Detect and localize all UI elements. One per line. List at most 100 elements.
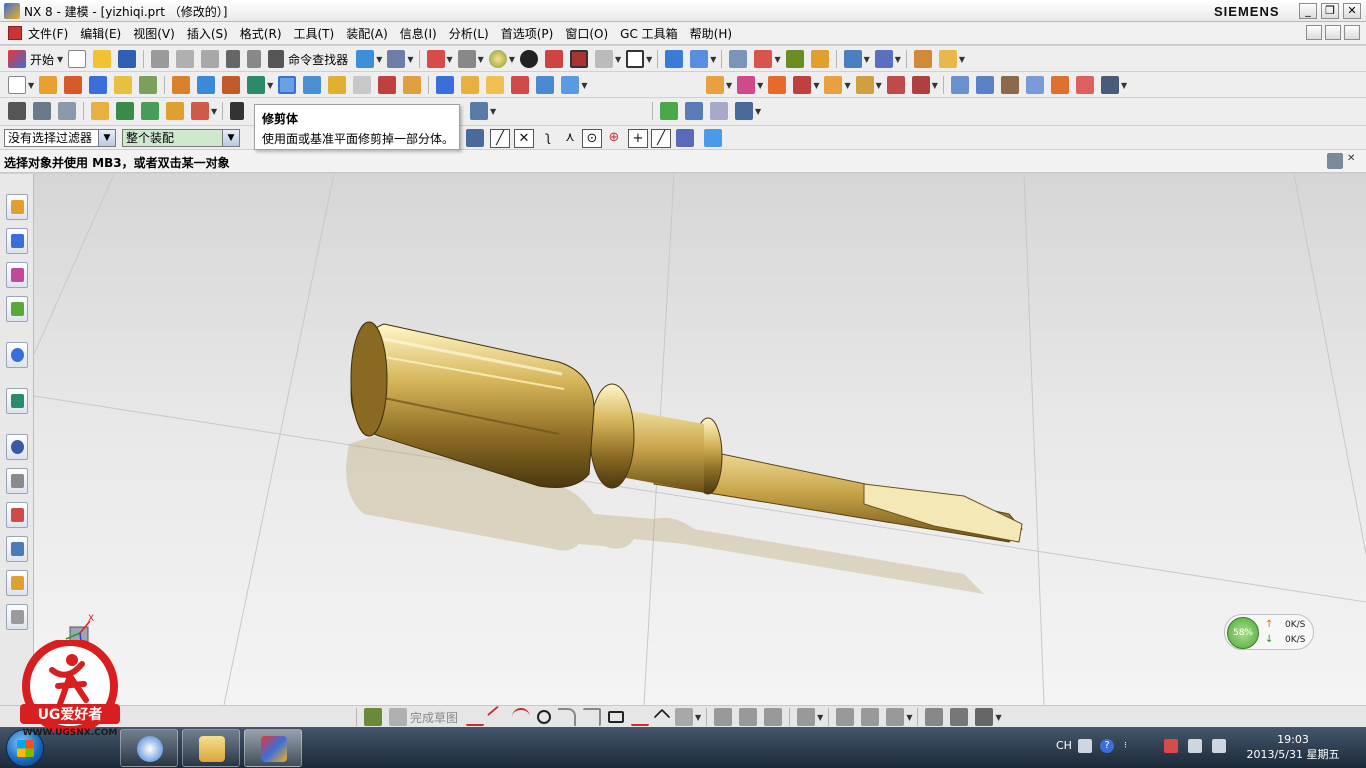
copy-icon[interactable] (176, 50, 195, 68)
chevron-down-icon[interactable]: ▼ (895, 55, 901, 64)
chevron-down-icon[interactable]: ▼ (1121, 81, 1127, 90)
chevron-down-icon[interactable]: ▼ (906, 713, 912, 722)
cylinder-icon[interactable] (114, 76, 133, 94)
chevron-down-icon[interactable]: ▼ (710, 55, 716, 64)
fit-view-icon[interactable] (426, 50, 445, 68)
check-icon[interactable] (660, 102, 678, 120)
new-file-icon[interactable] (68, 50, 87, 68)
suppress-icon[interactable] (141, 102, 159, 120)
undo-icon[interactable] (226, 50, 241, 68)
make-corner-icon[interactable] (764, 708, 783, 726)
doc-minimize-button[interactable] (1306, 25, 1322, 40)
menu-insert[interactable]: 插入(S) (187, 25, 228, 42)
render-style-icon[interactable] (457, 50, 476, 68)
taskbar-nx[interactable] (244, 729, 302, 767)
chevron-down-icon[interactable]: ▼ (222, 130, 239, 146)
sketch-style-icon[interactable] (925, 708, 944, 726)
arc-center-icon[interactable]: ⊙ (582, 129, 602, 148)
background-icon[interactable] (519, 50, 538, 68)
menu-assemblies[interactable]: 装配(A) (346, 25, 388, 42)
scale-icon[interactable] (536, 76, 555, 94)
menu-format[interactable]: 格式(R) (240, 25, 282, 42)
start-button[interactable]: 开始 (30, 51, 54, 68)
taskbar-clock[interactable]: 19:03 2013/5/31 星期五 (1240, 732, 1346, 762)
measure-icon[interactable] (810, 50, 829, 68)
chevron-down-icon[interactable]: ▼ (447, 55, 453, 64)
menu-file[interactable]: 文件(F) (28, 25, 68, 42)
unsuppress-icon[interactable] (166, 102, 184, 120)
chevron-down-icon[interactable]: ▼ (844, 81, 850, 90)
triangle-icon[interactable] (938, 50, 957, 68)
chevron-down-icon[interactable]: ▼ (695, 713, 701, 722)
reorder-icon[interactable] (191, 102, 209, 120)
ruler-icon[interactable] (913, 50, 932, 68)
split-body-icon[interactable] (303, 76, 322, 94)
analysis-icon[interactable] (785, 50, 804, 68)
chamfer-icon[interactable] (353, 76, 372, 94)
menu-analysis[interactable]: 分析(L) (449, 25, 489, 42)
auto-dimension-icon[interactable] (861, 708, 880, 726)
offset-surface-icon[interactable] (1100, 76, 1119, 94)
cube-red-icon[interactable] (544, 50, 563, 68)
history-tab[interactable] (6, 434, 28, 460)
through-curves-icon[interactable] (975, 76, 994, 94)
web-browser-tab[interactable] (6, 388, 28, 414)
assembly-mirror-icon[interactable] (855, 76, 874, 94)
chevron-down-icon[interactable]: ▼ (932, 81, 938, 90)
rectangle-icon[interactable] (608, 711, 625, 723)
chevron-down-icon[interactable]: ▼ (755, 107, 761, 116)
line-icon[interactable] (486, 705, 510, 729)
chevron-down-icon[interactable]: ▼ (267, 81, 273, 90)
close-icon[interactable]: ✕ (1347, 153, 1361, 169)
selection-scope-dropdown[interactable]: 整个装配 ▼ (122, 129, 240, 147)
nx-app-icon[interactable] (4, 3, 20, 19)
layer-icon[interactable] (729, 50, 748, 68)
paste-icon[interactable] (201, 50, 220, 68)
sphere-icon[interactable] (561, 76, 580, 94)
display-constraints-icon[interactable] (886, 708, 905, 726)
system-scene-tab[interactable] (6, 604, 28, 630)
chevron-down-icon[interactable]: ▼ (817, 713, 823, 722)
offset-curve-icon[interactable] (675, 708, 694, 726)
chevron-down-icon[interactable]: ▼ (959, 55, 965, 64)
edit-object-icon[interactable] (470, 102, 488, 120)
snap-icon[interactable] (843, 50, 862, 68)
chevron-down-icon[interactable]: ▼ (864, 55, 870, 64)
shell-icon[interactable] (378, 76, 397, 94)
doc-restore-button[interactable] (1325, 25, 1341, 40)
pattern-icon[interactable] (436, 76, 455, 94)
assembly-sequence-icon[interactable] (911, 76, 930, 94)
cone-icon[interactable] (139, 76, 158, 94)
tag-icon[interactable] (91, 102, 109, 120)
help-icon[interactable]: ? (1100, 739, 1114, 753)
menu-view[interactable]: 视图(V) (133, 25, 175, 42)
view-orient-icon[interactable] (665, 50, 684, 68)
grid-icon[interactable] (58, 102, 76, 120)
close-button[interactable]: ✕ (1343, 3, 1361, 19)
cross-icon[interactable] (653, 708, 671, 726)
minimize-button[interactable]: _ (1299, 3, 1317, 19)
menu-help[interactable]: 帮助(H) (690, 25, 732, 42)
chevron-down-icon[interactable]: ▼ (57, 55, 63, 64)
keyboard-icon[interactable] (1078, 739, 1092, 753)
point-on-surface-icon[interactable] (676, 129, 694, 147)
open-folder-icon[interactable] (93, 50, 112, 68)
chevron-down-icon[interactable]: ▼ (774, 55, 780, 64)
point-on-curve-icon[interactable]: ╱ (651, 129, 671, 148)
dimension-icon[interactable] (836, 708, 855, 726)
extension-icon[interactable] (1075, 76, 1094, 94)
graphics-window[interactable]: X Y Z (34, 174, 1366, 705)
redo-icon[interactable] (247, 50, 262, 68)
taskbar-sogou[interactable] (120, 729, 178, 767)
sketch-icon[interactable] (8, 76, 26, 94)
subtract-icon[interactable] (197, 76, 216, 94)
grid-view-icon[interactable] (1327, 153, 1343, 169)
menu-window[interactable]: 窗口(O) (565, 25, 608, 42)
network-speed-widget[interactable]: 58% ↑ 0K/S ↓ 0K/S (1224, 614, 1314, 650)
sketch-settings-icon[interactable] (975, 708, 994, 726)
assembly-array-icon[interactable] (824, 76, 843, 94)
cube-grey-icon[interactable] (594, 50, 613, 68)
end-point-icon[interactable]: ╱ (490, 129, 510, 148)
surface-icon[interactable] (950, 76, 969, 94)
edit-feature-icon[interactable] (8, 102, 26, 120)
